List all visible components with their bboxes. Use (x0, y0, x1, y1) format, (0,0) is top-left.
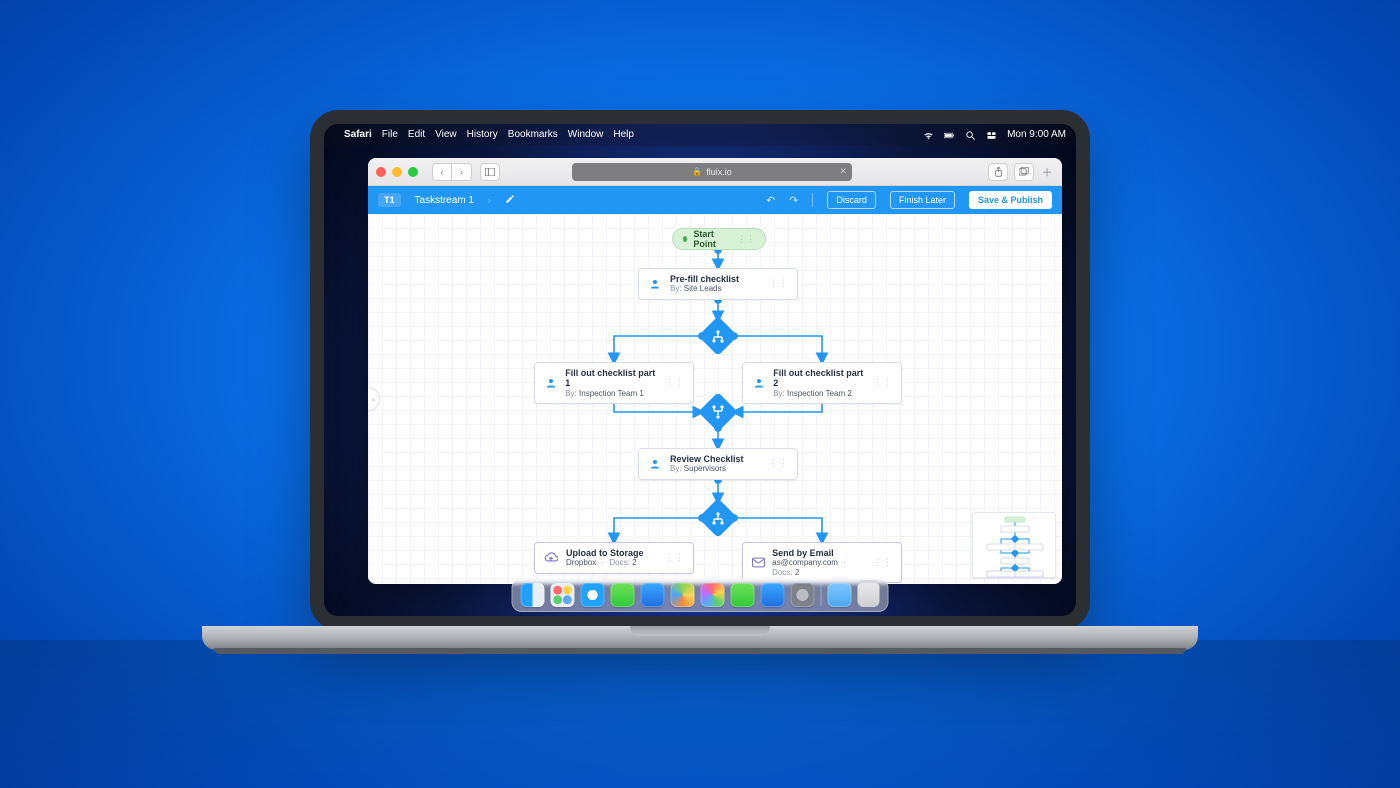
menubar-clock[interactable]: Mon 9:00 AM (1007, 124, 1066, 146)
node-review-checklist[interactable]: Review Checklist By: Supervisors ⋮⋮ (638, 448, 798, 480)
menubar-item-window[interactable]: Window (568, 124, 604, 146)
menubar-item-help[interactable]: Help (613, 124, 634, 146)
address-host: fluix.io (706, 167, 732, 177)
edit-icon[interactable] (505, 194, 515, 207)
node-fill-part-1[interactable]: Fill out checklist part 1 By: Inspection… (534, 362, 694, 404)
dock-app-maps[interactable] (671, 583, 695, 607)
dock-app-facetime[interactable] (731, 583, 755, 607)
laptop-notch (635, 110, 765, 124)
macos-menubar: Safari File Edit View History Bookmarks … (324, 124, 1076, 146)
node-prefill-checklist[interactable]: Pre-fill checklist By: Site Leads ⋮⋮ (638, 268, 798, 300)
menubar-item-view[interactable]: View (435, 124, 457, 146)
dock-app-messages[interactable] (611, 583, 635, 607)
drag-handle-icon[interactable]: ⋮⋮ (873, 557, 893, 568)
dock-app-appstore[interactable] (761, 583, 785, 607)
dock-app-settings[interactable] (791, 583, 815, 607)
node-title: Pre-fill checklist (670, 274, 739, 284)
floor-shadow (0, 640, 1400, 788)
dock-app-safari[interactable] (581, 583, 605, 607)
start-label: Start Point (693, 229, 727, 249)
window-controls (376, 167, 418, 177)
lock-icon: 🔒 (692, 167, 702, 176)
back-button[interactable]: ‹ (432, 163, 452, 181)
drag-handle-icon[interactable]: ⋮⋮ (733, 234, 755, 245)
dock-app-finder[interactable] (521, 583, 545, 607)
breadcrumb-chevron-icon: › (488, 196, 491, 205)
battery-icon[interactable] (944, 130, 955, 141)
node-start-point[interactable]: Start Point ⋮⋮ (672, 228, 766, 250)
wifi-icon[interactable] (923, 130, 934, 141)
menubar-item-bookmarks[interactable]: Bookmarks (508, 124, 558, 146)
laptop-bezel: Safari File Edit View History Bookmarks … (310, 110, 1090, 630)
drag-handle-icon[interactable]: ⋮⋮ (665, 377, 685, 388)
menubar-app-name[interactable]: Safari (344, 124, 372, 146)
tabs-button[interactable] (1014, 163, 1034, 181)
node-fill-part-2[interactable]: Fill out checklist part 2 By: Inspection… (742, 362, 902, 404)
forward-button[interactable]: › (452, 163, 472, 181)
header-separator (812, 193, 813, 207)
laptop: Safari File Edit View History Bookmarks … (310, 110, 1090, 660)
dock-divider (821, 584, 822, 606)
redo-button[interactable]: ↷ (789, 194, 798, 207)
user-icon (647, 276, 663, 292)
node-title: Review Checklist (670, 454, 744, 464)
search-icon[interactable] (965, 130, 976, 141)
safari-toolbar: ‹ › 🔒 fluix.io ✕ (368, 158, 1062, 186)
discard-button[interactable]: Discard (827, 191, 876, 209)
save-publish-button[interactable]: Save & Publish (969, 191, 1052, 209)
laptop-screen: Safari File Edit View History Bookmarks … (324, 124, 1076, 616)
sidebar-toggle-button[interactable] (480, 163, 500, 181)
share-button[interactable] (988, 163, 1008, 181)
app-header: T1 Taskstream 1 › ↶ ↷ Discard Finish Lat… (368, 186, 1062, 214)
drag-handle-icon[interactable]: ⋮⋮ (665, 552, 685, 563)
node-title: Fill out checklist part 2 (773, 368, 866, 389)
close-window-button[interactable] (376, 167, 386, 177)
email-icon (751, 554, 765, 570)
dock-app-mail[interactable] (641, 583, 665, 607)
menubar-item-file[interactable]: File (382, 124, 398, 146)
minimap[interactable] (972, 512, 1056, 578)
laptop-lip (630, 626, 770, 636)
user-icon (647, 456, 663, 472)
dock-app-launchpad[interactable] (551, 583, 575, 607)
drag-handle-icon[interactable]: ⋮⋮ (769, 278, 789, 289)
minimize-window-button[interactable] (392, 167, 402, 177)
taskstream-badge[interactable]: T1 (378, 193, 401, 207)
finish-later-button[interactable]: Finish Later (890, 191, 955, 209)
node-upload-storage[interactable]: Upload to Storage Dropbox · Docs: 2 ⋮⋮ (534, 542, 694, 574)
user-icon (543, 375, 558, 391)
cloud-upload-icon (543, 550, 559, 566)
control-center-icon[interactable] (986, 130, 997, 141)
laptop-base (202, 626, 1198, 650)
address-bar[interactable]: 🔒 fluix.io ✕ (572, 163, 852, 181)
canvas-inner: Start Point ⋮⋮ Pre-fill checklist By: Si… (374, 220, 1062, 584)
dock-folder[interactable] (828, 583, 852, 607)
node-title: Fill out checklist part 1 (565, 368, 658, 389)
new-tab-button[interactable]: ＋ (1040, 165, 1054, 179)
maximize-window-button[interactable] (408, 167, 418, 177)
node-title: Send by Email (772, 548, 866, 558)
macos-dock (512, 578, 889, 612)
workflow-canvas[interactable]: ‹ (368, 214, 1062, 584)
dock-trash[interactable] (858, 583, 880, 607)
drag-handle-icon[interactable]: ⋮⋮ (769, 458, 789, 469)
node-title: Upload to Storage (566, 548, 644, 558)
menubar-item-edit[interactable]: Edit (408, 124, 425, 146)
user-icon (751, 375, 766, 391)
start-dot-icon (683, 236, 687, 242)
taskstream-title[interactable]: Taskstream 1 (415, 195, 474, 206)
undo-button[interactable]: ↶ (766, 194, 775, 207)
node-send-email[interactable]: Send by Email as@company.com · Docs: 2 ⋮… (742, 542, 902, 583)
laptop-underside (214, 648, 1186, 654)
drag-handle-icon[interactable]: ⋮⋮ (873, 377, 893, 388)
menubar-item-history[interactable]: History (467, 124, 498, 146)
stop-reload-button[interactable]: ✕ (839, 166, 847, 177)
safari-window: ‹ › 🔒 fluix.io ✕ (368, 158, 1062, 584)
dock-app-photos[interactable] (701, 583, 725, 607)
